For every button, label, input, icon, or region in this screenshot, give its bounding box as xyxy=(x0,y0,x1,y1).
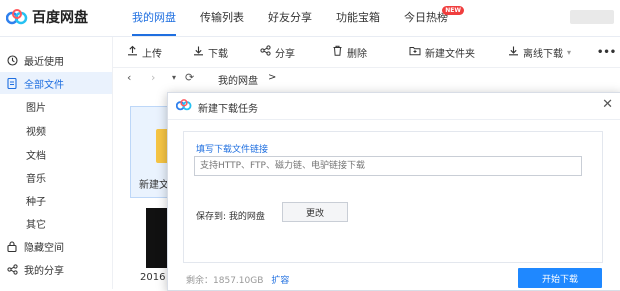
share-icon xyxy=(6,263,18,275)
nav-my-drive[interactable]: 我的网盘 xyxy=(120,0,188,36)
new-download-dialog: 新建下载任务 ✕ 填写下载文件链接 保存到: 我的网盘 更改 剩余：1857.1… xyxy=(167,92,620,291)
download-icon xyxy=(193,45,204,59)
upload-label: 上传 xyxy=(142,48,162,60)
sidebar-item-images[interactable]: 图片 xyxy=(0,95,112,117)
trash-icon xyxy=(332,45,343,59)
share-label: 分享 xyxy=(275,48,295,60)
offline-download-label: 离线下载 xyxy=(523,48,563,60)
upload-icon xyxy=(127,45,138,59)
delete-label: 删除 xyxy=(347,48,367,60)
storage-info: 剩余：1857.10GB 扩容 xyxy=(186,273,289,286)
clock-icon xyxy=(6,54,18,66)
dialog-body: 填写下载文件链接 保存到: 我的网盘 更改 xyxy=(183,131,603,263)
toolbar: 上传 下载 分享 删除 新建文件夹 离线下载 ▾ ••• xyxy=(113,37,620,68)
chevron-down-icon: ▾ xyxy=(567,47,572,57)
sidebar-item-label: 视频 xyxy=(26,126,46,138)
remaining-label: 剩余： xyxy=(186,276,214,286)
sidebar: 最近使用 全部文件 图片 视频 文档 音乐 种子 其它 隐藏空间 我的分享 xyxy=(0,37,113,289)
back-icon[interactable]: ‹ xyxy=(127,71,131,84)
sidebar-item-recent[interactable]: 最近使用 xyxy=(0,49,112,71)
more-label: ••• xyxy=(597,46,617,58)
forward-icon[interactable]: › xyxy=(151,71,155,84)
top-bar: 百度网盘 我的网盘 传输列表 好友分享 功能宝箱 今日热榜 NEW xyxy=(0,0,620,37)
dialog-header: 新建下载任务 ✕ xyxy=(168,93,620,120)
upload-button[interactable]: 上传 xyxy=(127,37,162,67)
new-folder-label: 新建文件夹 xyxy=(425,48,475,60)
baidu-cloud-logo-icon xyxy=(6,9,28,25)
sidebar-item-torrents[interactable]: 种子 xyxy=(0,189,112,211)
offline-download-icon xyxy=(508,45,519,59)
share-button[interactable]: 分享 xyxy=(260,37,295,67)
sidebar-item-hidden-space[interactable]: 隐藏空间 xyxy=(0,235,112,257)
lock-icon xyxy=(6,240,18,252)
sidebar-item-label: 其它 xyxy=(26,219,46,231)
new-badge: NEW xyxy=(442,6,464,15)
sidebar-item-music[interactable]: 音乐 xyxy=(0,166,112,188)
sidebar-item-label: 种子 xyxy=(26,196,46,208)
sidebar-item-label: 图片 xyxy=(26,102,46,114)
history-dropdown-icon[interactable]: ▾ xyxy=(172,73,176,82)
dialog-title: 新建下载任务 xyxy=(198,104,258,115)
logo-text: 百度网盘 xyxy=(32,10,88,26)
nav-friend-share[interactable]: 好友分享 xyxy=(256,0,324,36)
sidebar-item-label: 最近使用 xyxy=(24,56,64,68)
sidebar-item-label: 我的分享 xyxy=(24,265,64,277)
nav-transfer-list[interactable]: 传输列表 xyxy=(188,0,256,36)
sidebar-item-label: 音乐 xyxy=(26,173,46,185)
breadcrumb-separator: > xyxy=(268,72,277,83)
close-icon[interactable]: ✕ xyxy=(602,97,613,112)
save-location-label: 保存到: 我的网盘 xyxy=(196,212,265,222)
sidebar-item-label: 全部文件 xyxy=(24,79,64,91)
nav-label: 功能宝箱 xyxy=(336,11,380,24)
file-name: 2016 xyxy=(140,272,166,283)
nav-label: 好友分享 xyxy=(268,11,312,24)
offline-download-button[interactable]: 离线下载 ▾ xyxy=(508,37,571,67)
nav-toolbox[interactable]: 功能宝箱 xyxy=(324,0,392,36)
baidu-cloud-logo-icon xyxy=(175,99,192,114)
download-link-input[interactable] xyxy=(194,156,582,176)
nav-label: 传输列表 xyxy=(200,11,244,24)
download-label: 下载 xyxy=(208,48,228,60)
expand-link[interactable]: 扩容 xyxy=(271,276,289,286)
sidebar-item-all-files[interactable]: 全部文件 xyxy=(0,72,112,94)
nav-label: 今日热榜 xyxy=(404,11,448,24)
breadcrumb-bar: ‹ › ▾ ⟳ 我的网盘 > xyxy=(113,68,620,90)
nav-label: 我的网盘 xyxy=(132,11,176,24)
sidebar-item-documents[interactable]: 文档 xyxy=(0,143,112,165)
breadcrumb-my-drive[interactable]: 我的网盘 xyxy=(218,72,258,87)
more-button[interactable]: ••• xyxy=(597,37,616,67)
change-location-button[interactable]: 更改 xyxy=(282,202,348,222)
folder-name: 新建文 xyxy=(139,180,169,191)
share-icon xyxy=(260,45,271,59)
sidebar-item-label: 文档 xyxy=(26,150,46,162)
sidebar-item-label: 隐藏空间 xyxy=(24,242,64,254)
download-button[interactable]: 下载 xyxy=(193,37,228,67)
sidebar-item-other[interactable]: 其它 xyxy=(0,212,112,234)
folder-plus-icon xyxy=(409,45,421,59)
main-nav: 我的网盘 传输列表 好友分享 功能宝箱 今日热榜 NEW xyxy=(120,0,464,36)
refresh-icon[interactable]: ⟳ xyxy=(185,71,194,84)
user-area[interactable] xyxy=(570,10,614,24)
sidebar-item-my-shares[interactable]: 我的分享 xyxy=(0,258,112,280)
nav-hot-list[interactable]: 今日热榜 NEW xyxy=(392,0,464,36)
start-download-button[interactable]: 开始下载 xyxy=(518,268,602,288)
sidebar-item-videos[interactable]: 视频 xyxy=(0,119,112,141)
new-folder-button[interactable]: 新建文件夹 xyxy=(409,37,475,67)
remaining-value: 1857.10GB xyxy=(213,276,264,286)
link-field-label: 填写下载文件链接 xyxy=(196,145,269,155)
file-icon xyxy=(6,77,18,89)
logo[interactable]: 百度网盘 xyxy=(6,7,88,27)
delete-button[interactable]: 删除 xyxy=(332,37,367,67)
